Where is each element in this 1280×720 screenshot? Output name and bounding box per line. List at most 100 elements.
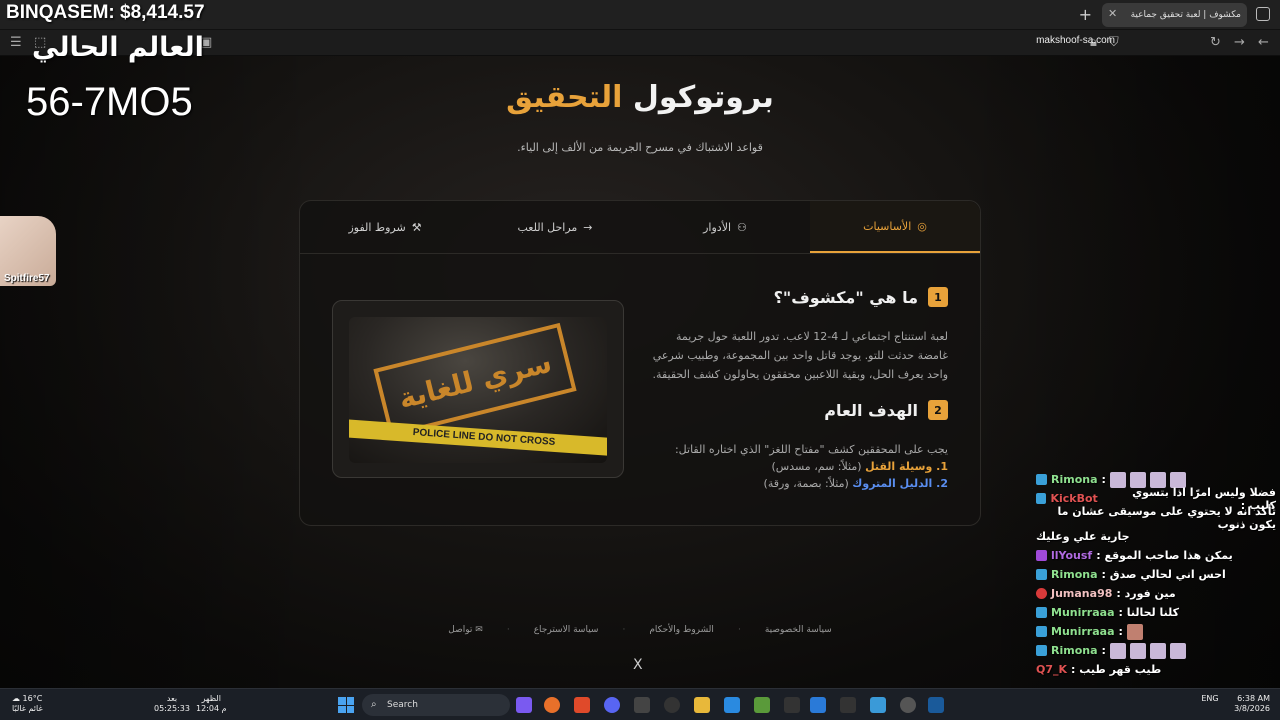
chat-text: كلنا لحالنا : — [1118, 606, 1180, 619]
tab-win-label: شروط الفوز — [348, 220, 406, 234]
overlay-world-label: العالم الحالي — [32, 32, 204, 63]
goal-item-2-rest: (مثلاً: بصمة، ورقة) — [763, 477, 853, 490]
overlay-money: BINQASEM: $8,414.57 — [6, 2, 205, 23]
emote-icon — [1126, 623, 1143, 640]
footer-contact-label: تواصل — [448, 625, 473, 635]
overlay-code: 56-7MO5 — [26, 80, 193, 124]
prayer-time: 05:25:33 — [154, 704, 190, 713]
chat-text: تأكد انه لا يحتوي على موسيقى عشان ما يكو… — [1057, 504, 1276, 531]
section2-body: يجب على المحققين كشف "مفتاح اللغز" الذي … — [638, 441, 948, 492]
url-text[interactable]: makshoof-sa.com — [1036, 35, 1115, 46]
app-icon[interactable] — [724, 697, 740, 713]
top-secret-stamp: سري للغاية — [373, 322, 577, 438]
police-tape: POLICE LINE DO NOT CROSS — [349, 418, 607, 458]
app-icon[interactable] — [870, 697, 886, 713]
discord-icon[interactable] — [604, 697, 620, 713]
section1-title: ما هي "مكشوف"؟ — [773, 287, 918, 307]
goal-item-1: 1. وسيلة القتل (مثلاً: سم، مسدس) — [638, 458, 949, 475]
footer-refund-link[interactable]: سياسة الاسترجاع — [534, 625, 599, 635]
chat-user: Rimona — [1051, 568, 1098, 581]
cloud-icon: ☁ — [12, 694, 20, 703]
weather-temp: 16°C — [22, 694, 43, 703]
windows-start-icon[interactable] — [338, 697, 354, 713]
badge-icon — [1036, 493, 1047, 504]
prayer-label: الظهر — [201, 694, 221, 703]
chat-message: Munirraaa: — [1036, 622, 1276, 641]
close-tab-icon[interactable]: ✕ — [1108, 7, 1117, 20]
forward-icon[interactable]: → — [1234, 35, 1245, 50]
chat-text: جارية علي وعليك — [1036, 530, 1130, 543]
page-title-main: بروتوكول — [632, 80, 774, 115]
stream-chat: Rimona: KickBot فضلا وليس امرًا اذا بتسو… — [1036, 470, 1276, 679]
copilot-icon[interactable] — [516, 697, 532, 713]
prayer-time: 12:04 م — [196, 704, 227, 713]
taskbar-search[interactable]: ⌕ Search — [362, 694, 510, 716]
tab-roles[interactable]: ⚇ الأدوار — [640, 201, 810, 253]
clock-date: 3/8/2026 — [1234, 704, 1270, 713]
chat-text: مين فورد : — [1116, 587, 1176, 600]
section1-number: 1 — [928, 287, 948, 307]
new-tab-button[interactable]: + — [1079, 5, 1092, 24]
page-subtitle: قواعد الاشتباك في مسرح الجريمة من الألف … — [517, 141, 763, 154]
goal-item-1-rest: (مثلاً: سم، مسدس) — [771, 460, 866, 473]
target-icon: ◎ — [917, 219, 927, 233]
goal-item-1-label: 1. وسيلة القتل — [865, 460, 948, 473]
emote-icon — [1109, 642, 1126, 659]
chat-message: Rimona احس اني لحالي صدق : — [1036, 565, 1276, 584]
chat-message: llYousf يمكن هذا صاحب الموقع : — [1036, 546, 1276, 565]
chat-text: يمكن هذا صاحب الموقع : — [1096, 549, 1233, 562]
app-icon[interactable] — [664, 697, 680, 713]
prayer-time-2: الظهر 12:04 م — [196, 694, 227, 714]
reload-icon[interactable]: ↻ — [1210, 35, 1221, 50]
app-icon[interactable] — [754, 697, 770, 713]
menu-icon[interactable]: ☰ — [10, 35, 22, 50]
section1-heading: 1 ما هي "مكشوف"؟ — [774, 287, 948, 307]
weather-text: غائم غالبًا — [12, 704, 43, 713]
firefox-icon[interactable] — [544, 697, 560, 713]
prayer-time-1: بعد 05:25:33 — [154, 694, 190, 714]
tab-title: مكشوف | لعبة تحقيق جماعية — [1130, 10, 1241, 20]
back-icon[interactable]: ← — [1258, 35, 1269, 50]
page-title-accent: التحقيق — [506, 80, 623, 115]
goal-item-2-label: 2. الدليل المتروك — [852, 477, 948, 490]
lang-indicator: ENG — [1201, 694, 1219, 703]
emote-icon — [1149, 642, 1166, 659]
app-icon[interactable] — [900, 697, 916, 713]
app-icon[interactable] — [840, 697, 856, 713]
emote-icon — [1129, 642, 1146, 659]
tab-win-conditions[interactable]: ⚒ شروط الفوز — [300, 201, 470, 253]
tab-roles-label: الأدوار — [703, 220, 732, 234]
footer-contact-link[interactable]: ✉ تواصل — [448, 625, 483, 635]
vscode-icon[interactable] — [810, 697, 826, 713]
chat-message: Munirraaa كلنا لحالنا : — [1036, 603, 1276, 622]
section1-body: لعبة استنتاج اجتماعي لـ 4-12 لاعب. تدور … — [652, 330, 948, 381]
search-label: Search — [387, 700, 418, 710]
app-icon[interactable] — [784, 697, 800, 713]
badge-icon — [1036, 607, 1047, 618]
search-icon: ⌕ — [371, 699, 377, 710]
windows-taskbar: ☁ 16°C غائم غالبًا بعد 05:25:33 الظهر 12… — [0, 688, 1280, 720]
badge-icon — [1036, 569, 1047, 580]
tab-phases[interactable]: → مراحل اللعب — [470, 201, 640, 253]
app-icon[interactable] — [634, 697, 650, 713]
footer-separator: · — [506, 625, 510, 635]
brave-icon[interactable] — [574, 697, 590, 713]
emote-icon — [1169, 642, 1186, 659]
users-icon: ⚇ — [737, 220, 747, 234]
section2-heading: 2 الهدف العام — [824, 400, 948, 420]
footer-terms-link[interactable]: الشروط والأحكام — [649, 625, 714, 635]
chat-user: Rimona — [1051, 644, 1098, 657]
protocol-card: ◎ الأساسيات ⚇ الأدوار → مراحل اللعب ⚒ شر… — [299, 200, 981, 526]
steam-icon[interactable] — [928, 697, 944, 713]
tab-overview-icon[interactable] — [1256, 7, 1270, 21]
badge-icon — [1036, 550, 1047, 561]
footer-privacy-link[interactable]: سياسة الخصوصية — [765, 625, 832, 635]
chat-user: Munirraaa — [1051, 625, 1115, 638]
system-tray[interactable]: ENG 6:38 AM 3/8/2026 — [1201, 694, 1270, 714]
folder-icon[interactable] — [694, 697, 710, 713]
weather-widget[interactable]: ☁ 16°C غائم غالبًا — [12, 694, 43, 714]
tab-basics[interactable]: ◎ الأساسيات — [810, 201, 980, 253]
chat-message: تأكد انه لا يحتوي على موسيقى عشان ما يكو… — [1036, 505, 1276, 531]
x-social-icon[interactable]: X — [633, 657, 643, 673]
browser-tab[interactable]: مكشوف | لعبة تحقيق جماعية ✕ — [1102, 3, 1247, 27]
